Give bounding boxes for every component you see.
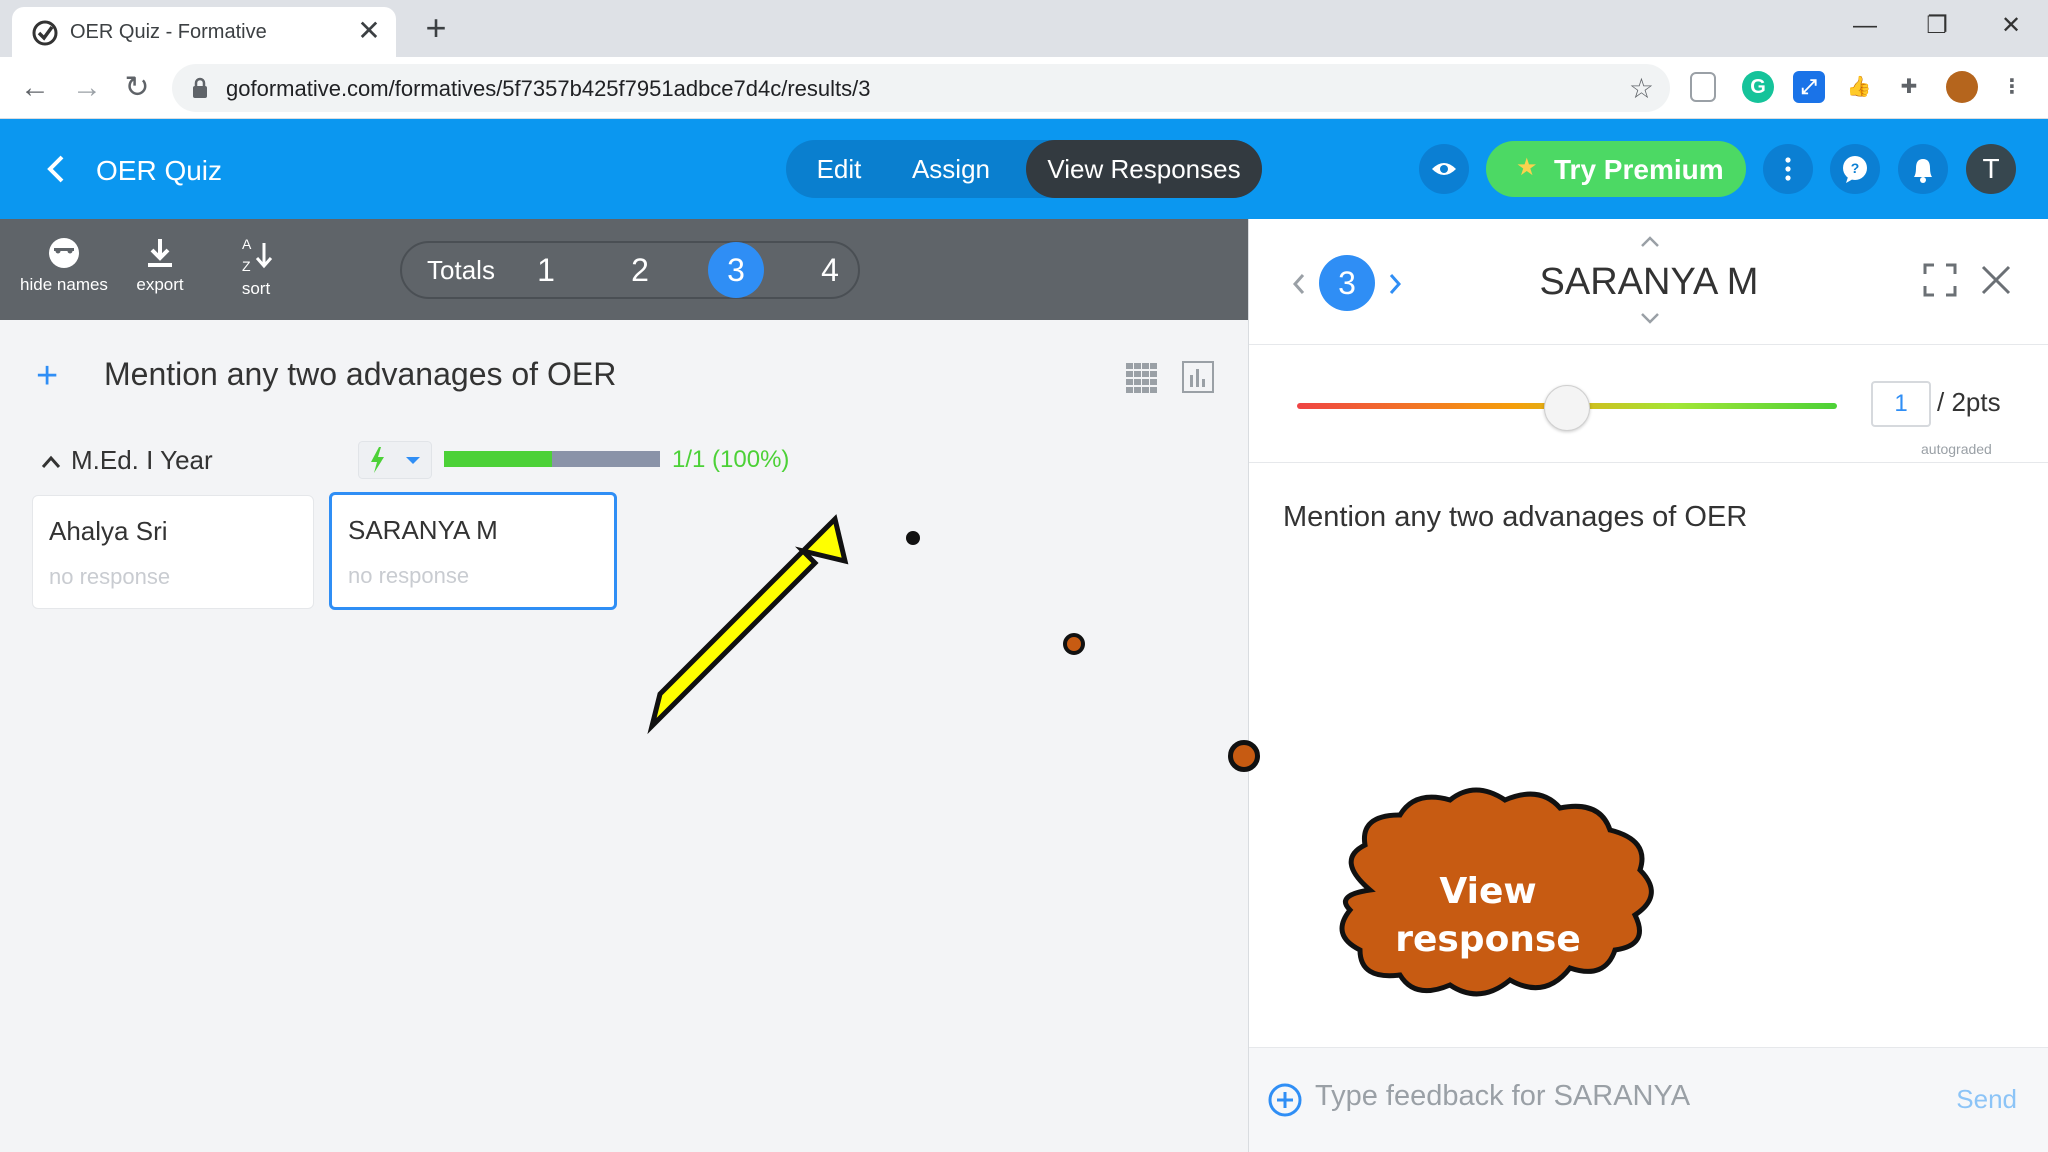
star-icon: ★ <box>1516 154 1538 181</box>
pointer-dot <box>1063 633 1085 655</box>
hide-names-button[interactable]: hide names <box>18 235 110 295</box>
notifications-bell-icon[interactable] <box>1898 144 1948 194</box>
totals-page-selector: Totals 1 2 3 4 <box>400 241 860 299</box>
export-button[interactable]: export <box>128 235 192 295</box>
try-premium-button[interactable]: ★ Try Premium <box>1486 141 1746 197</box>
autograde-bolt-dropdown[interactable] <box>358 441 432 479</box>
bar-chart-icon[interactable] <box>1182 361 1214 393</box>
expand-icon[interactable] <box>1923 263 1957 297</box>
question-title: Mention any two advanages of OER <box>104 356 617 392</box>
class-progress-text: 1/1 (100%) <box>672 446 790 473</box>
formative-favicon-icon <box>32 20 58 46</box>
forward-button[interactable]: → <box>68 69 106 107</box>
browser-toolbar: ← → ↻ goformative.com/formatives/5f7357b… <box>0 57 2048 119</box>
class-progress-bar <box>444 451 660 467</box>
tab-title: OER Quiz - Formative <box>70 21 267 43</box>
close-icon[interactable] <box>1979 263 2013 297</box>
url-text: goformative.com/formatives/5f7357b425f79… <box>226 76 871 101</box>
page-1-tab[interactable]: 1 <box>518 243 574 297</box>
student-card-ahalya[interactable]: Ahalya Sri no response <box>32 495 314 609</box>
class-progress-fill <box>444 451 552 467</box>
svg-text:Z: Z <box>242 258 251 274</box>
collapse-chevron-icon[interactable] <box>40 454 62 470</box>
tab-close-icon[interactable]: ✕ <box>354 16 384 46</box>
preview-eye-icon[interactable] <box>1419 144 1469 194</box>
send-button[interactable]: Send <box>1956 1084 2017 1115</box>
student-response: no response <box>49 564 171 589</box>
svg-text:A: A <box>242 236 252 252</box>
previous-student-chevron-icon[interactable] <box>1639 235 1661 249</box>
class-name: M.Ed. I Year <box>71 445 213 475</box>
grammarly-icon[interactable]: G <box>1742 71 1774 103</box>
response-detail-panel: 3 SARANYA M 1 / 2pts autograded Mention … <box>1248 219 2048 1152</box>
face-icon <box>49 238 79 268</box>
back-button[interactable]: ← <box>16 69 54 107</box>
more-options-icon[interactable] <box>1763 144 1813 194</box>
score-input[interactable]: 1 <box>1871 381 1931 427</box>
minimize-button[interactable]: — <box>1840 6 1890 46</box>
totals-tab[interactable]: Totals <box>414 243 508 297</box>
sort-az-icon: A Z <box>242 236 273 274</box>
browser-tab-strip: OER Quiz - Formative ✕ + — ❐ ✕ <box>0 0 2048 57</box>
student-name: SARANYA M <box>348 515 498 545</box>
pointer-dot <box>1228 740 1260 772</box>
user-avatar[interactable]: T <box>1966 144 2016 194</box>
page-3-tab[interactable]: 3 <box>708 242 764 298</box>
add-question-button[interactable]: + <box>36 357 58 395</box>
reload-button[interactable]: ↻ <box>118 69 156 107</box>
detail-question-text: Mention any two advanages of OER <box>1283 501 1748 533</box>
student-card-saranya[interactable]: SARANYA M no response <box>329 492 617 610</box>
quiz-title[interactable]: OER Quiz <box>96 155 222 187</box>
student-name: Ahalya Sri <box>49 516 168 546</box>
page-2-tab[interactable]: 2 <box>612 243 668 297</box>
view-switcher: Edit Assign View Responses <box>786 140 1262 198</box>
window-close-button[interactable]: ✕ <box>1986 6 2036 46</box>
extensions-puzzle-icon[interactable]: ✚ <box>1893 71 1925 103</box>
add-attachment-icon[interactable] <box>1267 1082 1303 1118</box>
student-response: no response <box>348 563 470 588</box>
results-panel: hide names export A Z sort Totals 1 2 3 … <box>0 219 1248 1152</box>
tab-assign[interactable]: Assign <box>892 140 1010 198</box>
resize-extension-icon[interactable]: ⤢ <box>1793 71 1825 103</box>
bookmark-star-icon[interactable]: ☆ <box>1629 72 1654 105</box>
svg-text:?: ? <box>1851 160 1860 176</box>
max-points-label: / 2pts <box>1937 387 2001 417</box>
browser-menu-icon[interactable]: ⋮ <box>1996 71 2028 103</box>
address-bar[interactable]: goformative.com/formatives/5f7357b425f79… <box>172 64 1670 112</box>
score-row: 1 / 2pts autograded <box>1249 345 2048 463</box>
app-header: OER Quiz Edit Assign View Responses ★ Tr… <box>0 119 2048 219</box>
pointer-dot <box>906 531 920 545</box>
page-4-tab[interactable]: 4 <box>802 243 858 297</box>
profile-avatar[interactable] <box>1946 71 1978 103</box>
lock-icon <box>193 77 207 98</box>
feedback-input[interactable]: Type feedback for SARANYA <box>1315 1080 1690 1113</box>
cloud-callout-text: View response <box>1395 871 1581 960</box>
page-extension-icon[interactable] <box>1690 72 1716 102</box>
autograded-label: autograded <box>1921 441 1992 457</box>
new-tab-button[interactable]: + <box>418 10 454 46</box>
sort-button[interactable]: A Z sort <box>226 235 286 299</box>
detail-header: 3 SARANYA M <box>1249 219 2048 345</box>
help-chat-icon[interactable]: ? <box>1830 144 1880 194</box>
feedback-bar: Type feedback for SARANYA Send <box>1249 1047 2048 1152</box>
results-toolbar: hide names export A Z sort Totals 1 2 3 … <box>0 219 1248 320</box>
browser-tab[interactable]: OER Quiz - Formative ✕ <box>12 7 396 57</box>
grid-view-icon[interactable] <box>1126 363 1158 393</box>
thumbs-up-extension-icon[interactable]: 👍 <box>1843 71 1875 103</box>
restore-button[interactable]: ❐ <box>1912 6 1962 46</box>
back-chevron-icon[interactable] <box>42 149 72 189</box>
tab-view-responses[interactable]: View Responses <box>1026 140 1262 198</box>
score-slider-handle[interactable] <box>1544 385 1590 431</box>
download-icon <box>148 239 172 267</box>
next-student-chevron-icon[interactable] <box>1639 311 1661 325</box>
tab-edit[interactable]: Edit <box>786 140 892 198</box>
